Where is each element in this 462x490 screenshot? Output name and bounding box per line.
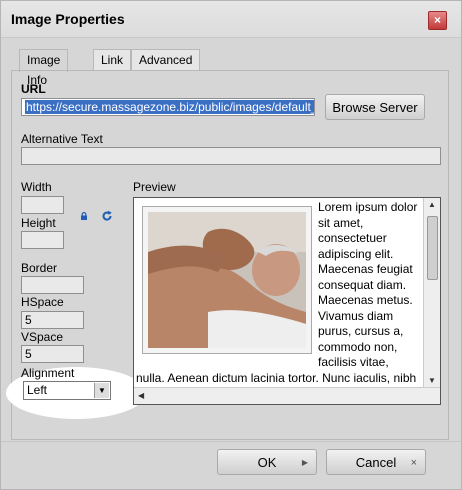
alignment-value: Left	[27, 383, 48, 397]
hspace-label: HSpace	[21, 295, 64, 309]
scroll-up-icon[interactable]: ▲	[428, 200, 436, 209]
url-input[interactable]: https://secure.massagezone.biz/public/im…	[21, 98, 315, 116]
alt-text-label: Alternative Text	[21, 132, 103, 146]
alignment-label: Alignment	[21, 366, 75, 380]
dialog-title: Image Properties	[11, 11, 125, 27]
vspace-label: VSpace	[21, 330, 64, 344]
vspace-input[interactable]: 5	[21, 345, 84, 363]
chevron-right-icon: ▶	[301, 458, 308, 467]
url-value: https://secure.massagezone.biz/public/im…	[25, 100, 314, 114]
close-icon[interactable]: ×	[428, 11, 447, 30]
preview-label: Preview	[133, 180, 176, 194]
preview-content: Lorem ipsum dolor sit amet, consectetuer…	[134, 198, 424, 388]
browse-server-button[interactable]: Browse Server	[325, 94, 425, 120]
width-label: Width	[21, 180, 52, 194]
preview-image	[142, 206, 312, 354]
border-label: Border	[21, 261, 58, 275]
lock-ratio-icon[interactable]	[80, 212, 88, 220]
preview-box: Lorem ipsum dolor sit amet, consectetuer…	[133, 197, 441, 405]
tab-advanced[interactable]: Advanced	[131, 49, 201, 70]
dialog-footer: OK ▶ Cancel ×	[1, 441, 461, 490]
close-small-icon: ×	[410, 457, 417, 469]
tab-link[interactable]: Link	[93, 49, 132, 70]
height-label: Height	[21, 216, 56, 230]
alignment-select[interactable]: Left ▼	[23, 381, 111, 400]
tab-image-info[interactable]: Image Info	[19, 49, 69, 87]
border-input[interactable]	[21, 276, 84, 294]
massage-photo	[148, 212, 306, 348]
preview-vertical-scrollbar[interactable]: ▲ ▼	[423, 198, 440, 388]
url-label: URL	[21, 82, 46, 96]
chevron-down-icon[interactable]: ▼	[94, 383, 109, 398]
width-input[interactable]	[21, 196, 64, 214]
scroll-left-icon[interactable]: ◀	[138, 391, 144, 400]
image-properties-dialog: Image Properties × Image Info Link Advan…	[0, 0, 462, 490]
alt-text-input[interactable]	[21, 147, 441, 165]
preview-horizontal-scrollbar[interactable]: ◀	[134, 387, 440, 404]
dialog-titlebar[interactable]: Image Properties ×	[1, 1, 461, 38]
ok-button[interactable]: OK ▶	[217, 449, 317, 475]
hspace-input[interactable]: 5	[21, 311, 84, 329]
cancel-label: Cancel	[355, 455, 397, 470]
ok-label: OK	[257, 455, 277, 470]
reset-size-icon[interactable]	[101, 210, 113, 222]
height-input[interactable]	[21, 231, 64, 249]
scroll-thumb[interactable]	[427, 216, 438, 280]
scroll-down-icon[interactable]: ▼	[428, 376, 436, 385]
cancel-button[interactable]: Cancel ×	[326, 449, 426, 475]
